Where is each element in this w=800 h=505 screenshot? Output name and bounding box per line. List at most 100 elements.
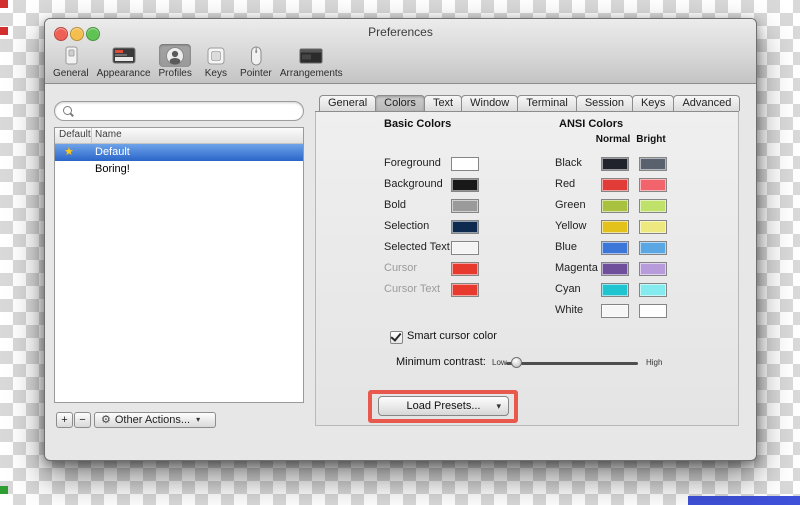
toolbar: General Appearance Profiles Keys Pointer… [53,44,343,82]
toolbar-item-label: Keys [204,68,227,79]
window-title: Preferences [368,25,433,39]
color-well[interactable] [451,220,479,234]
color-well-normal[interactable] [601,220,629,234]
color-label: Bold [384,199,407,211]
basic-color-row-selection: Selection [384,219,480,235]
color-well[interactable] [451,283,479,297]
color-label: Green [555,199,586,211]
color-well-bright[interactable] [639,199,667,213]
default-star-icon: ★ [64,146,74,158]
toolbar-item-keys[interactable]: Keys [200,44,232,79]
ansi-color-row-magenta: Magenta [555,261,671,277]
color-well-bright[interactable] [639,178,667,192]
color-well-normal[interactable] [601,157,629,171]
color-label: Selected Text [384,241,450,253]
color-well-bright[interactable] [639,304,667,318]
tab-content-panel [315,112,739,426]
color-well-normal[interactable] [601,178,629,192]
tab-terminal[interactable]: Terminal [517,95,577,111]
ansi-color-row-blue: Blue [555,240,671,256]
normal-column-header: Normal [595,134,631,145]
keycap-icon [200,44,232,67]
toolbar-item-pointer[interactable]: Pointer [240,44,272,79]
basic-color-row-cursor: Cursor [384,261,480,277]
search-icon [63,106,72,115]
color-well-bright[interactable] [639,262,667,276]
color-well[interactable] [451,241,479,255]
color-label: Yellow [555,220,587,232]
color-well-bright[interactable] [639,241,667,255]
color-well-bright[interactable] [639,157,667,171]
chevron-down-icon: ▾ [196,415,201,424]
color-well[interactable] [451,157,479,171]
contrast-slider-thumb[interactable] [511,357,522,368]
color-well-bright[interactable] [639,283,667,297]
color-label: Foreground [384,157,441,169]
ansi-color-row-yellow: Yellow [555,219,671,235]
ansi-color-row-red: Red [555,177,671,193]
toolbar-item-appearance[interactable]: Appearance [97,44,151,79]
column-header-default: Default [59,129,91,140]
color-well-normal[interactable] [601,199,629,213]
color-well-bright[interactable] [639,220,667,234]
profile-row-boring[interactable]: Boring! [55,161,303,178]
tab-keys[interactable]: Keys [631,95,675,111]
profile-row-default[interactable]: ★ Default [55,144,303,161]
load-presets-button[interactable]: Load Presets... ▾ [378,396,509,416]
basic-color-row-cursor-text: Cursor Text [384,282,480,298]
canvas: Preferences General Appearance Profiles [0,0,800,505]
toolbar-item-label: Profiles [158,68,192,79]
profile-name: Boring! [95,163,130,175]
tab-text[interactable]: Text [423,95,463,111]
color-well-normal[interactable] [601,283,629,297]
color-label: Cursor Text [384,283,441,295]
color-label: Magenta [555,262,598,274]
toolbar-item-label: Pointer [240,68,272,79]
color-well[interactable] [451,199,479,213]
other-actions-label: Other Actions... [114,414,191,426]
minimum-contrast-label: Minimum contrast: [396,356,486,368]
color-label: Selection [384,220,430,232]
basic-colors-title: Basic Colors [384,118,452,130]
color-well[interactable] [451,178,479,192]
watermark-artifact [0,0,8,8]
tab-colors[interactable]: Colors [375,95,425,111]
tab-bar: General Colors Text Window Terminal Sess… [315,95,741,112]
toolbar-item-label: Appearance [96,68,151,79]
ansi-color-row-cyan: Cyan [555,282,671,298]
preferences-window: Preferences General Appearance Profiles [44,18,757,461]
bright-column-header: Bright [636,134,666,145]
color-well-normal[interactable] [601,241,629,255]
tab-general[interactable]: General [319,95,377,111]
watermark-artifact [688,496,800,505]
toolbar-item-arrangements[interactable]: Arrangements [280,44,343,79]
toolbar-item-profiles[interactable]: Profiles [159,44,192,79]
mouse-icon [240,44,272,67]
tab-window[interactable]: Window [461,95,519,111]
tab-session[interactable]: Session [575,95,633,111]
lightswitch-icon [55,44,87,67]
color-well-normal[interactable] [601,262,629,276]
basic-color-row-selected-text: Selected Text [384,240,480,256]
ansi-color-row-green: Green [555,198,671,214]
toolbar-item-label: General [53,68,89,79]
search-input[interactable] [79,103,298,119]
profiles-person-icon [159,44,192,67]
basic-color-row-foreground: Foreground [384,156,480,172]
color-well-normal[interactable] [601,304,629,318]
watermark-artifact [0,486,8,494]
smart-cursor-checkbox[interactable] [390,330,403,344]
contrast-slider-track[interactable] [506,362,638,365]
tab-advanced[interactable]: Advanced [673,95,741,111]
toolbar-item-label: Arrangements [279,68,343,79]
profile-search-field[interactable] [54,101,304,121]
toolbar-item-general[interactable]: General [53,44,89,79]
profile-name: Default [95,146,130,158]
color-well[interactable] [451,262,479,276]
basic-color-row-background: Background [384,177,480,193]
add-profile-button[interactable]: + [56,412,73,428]
column-divider [91,128,92,143]
remove-profile-button[interactable]: − [74,412,91,428]
other-actions-button[interactable]: ⚙ Other Actions... ▾ [94,412,216,428]
smart-cursor-label: Smart cursor color [407,330,497,342]
